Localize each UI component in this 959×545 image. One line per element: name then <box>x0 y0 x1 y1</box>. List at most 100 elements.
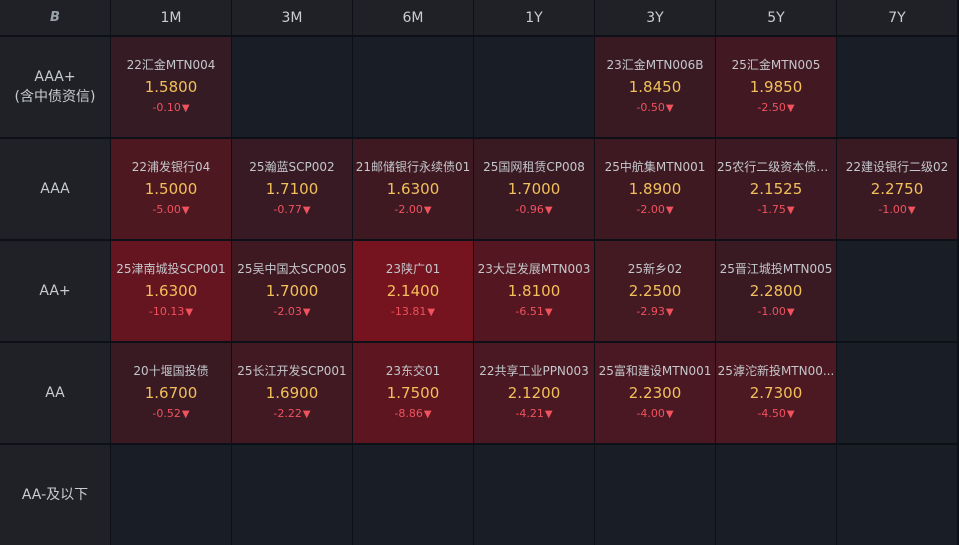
yield-change: -4.00▼ <box>636 406 673 423</box>
empty-cell <box>232 37 352 137</box>
change-value: -0.10 <box>152 101 181 114</box>
bond-cell[interactable]: 21邮储银行永续债01 1.6300 -2.00▼ <box>353 139 473 239</box>
bond-cell[interactable]: 25中航集MTN001 1.8900 -2.00▼ <box>595 139 715 239</box>
bond-cell[interactable]: 25滹沱新投MTN00... 2.7300 -4.50▼ <box>716 343 836 443</box>
change-value: -5.00 <box>152 203 181 216</box>
bond-name: 25滹沱新投MTN00... <box>717 364 835 378</box>
yield-change: -1.75▼ <box>757 202 794 219</box>
change-value: -8.86 <box>394 407 423 420</box>
empty-cell <box>837 241 957 341</box>
down-arrow-icon: ▼ <box>665 103 674 114</box>
bond-cell[interactable]: 23大足发展MTN003 1.8100 -6.51▼ <box>474 241 594 341</box>
down-arrow-icon: ▼ <box>302 409 311 420</box>
bond-cell[interactable]: 22建设银行二级02 2.2750 -1.00▼ <box>837 139 957 239</box>
yield-change: -5.00▼ <box>152 202 189 219</box>
bond-cell[interactable]: 23汇金MTN006B 1.8450 -0.50▼ <box>595 37 715 137</box>
down-arrow-icon: ▼ <box>423 205 432 216</box>
row-label: AA <box>0 343 110 443</box>
bond-cell[interactable]: 25长江开发SCP001 1.6900 -2.22▼ <box>232 343 352 443</box>
column-header-1m[interactable]: 1M <box>111 0 231 35</box>
yield-change: -2.00▼ <box>394 202 431 219</box>
bond-name: 23汇金MTN006B <box>606 58 704 72</box>
down-arrow-icon: ▼ <box>544 409 553 420</box>
column-header-3m[interactable]: 3M <box>232 0 352 35</box>
bond-yield: 2.7300 <box>749 384 803 402</box>
bond-cell[interactable]: 25国网租赁CP008 1.7000 -0.96▼ <box>474 139 594 239</box>
bond-yield: 2.1525 <box>749 180 803 198</box>
bond-name: 25国网租赁CP008 <box>483 160 585 174</box>
bond-yield: 1.6300 <box>144 282 198 300</box>
column-header-5y[interactable]: 5Y <box>716 0 836 35</box>
column-header-3y[interactable]: 3Y <box>595 0 715 35</box>
change-value: -1.00 <box>757 305 786 318</box>
bond-yield: 2.2300 <box>628 384 682 402</box>
down-arrow-icon: ▼ <box>786 103 795 114</box>
bond-yield: 1.7000 <box>507 180 561 198</box>
bond-cell[interactable]: 23陕广01 2.1400 -13.81▼ <box>353 241 473 341</box>
bond-cell[interactable]: 22共享工业PPN003 2.1200 -4.21▼ <box>474 343 594 443</box>
bond-name: 25吴中国太SCP005 <box>237 262 347 276</box>
rating-label: AA+ <box>39 283 71 299</box>
change-value: -4.50 <box>757 407 786 420</box>
bond-name: 22汇金MTN004 <box>126 58 216 72</box>
column-header-7y[interactable]: 7Y <box>837 0 957 35</box>
empty-cell <box>353 445 473 545</box>
change-value: -0.77 <box>273 203 302 216</box>
empty-cell <box>595 445 715 545</box>
bond-cell[interactable]: 22浦发银行04 1.5000 -5.00▼ <box>111 139 231 239</box>
empty-cell <box>716 445 836 545</box>
bond-yield: 1.8450 <box>628 78 682 96</box>
bond-cell[interactable]: 22汇金MTN004 1.5800 -0.10▼ <box>111 37 231 137</box>
bond-cell[interactable]: 25新乡02 2.2500 -2.93▼ <box>595 241 715 341</box>
yield-change: -10.13▼ <box>149 304 193 321</box>
bond-yield: 1.6700 <box>144 384 198 402</box>
yield-change: -1.00▼ <box>757 304 794 321</box>
bond-name: 22浦发银行04 <box>131 160 211 174</box>
bond-cell[interactable]: 25津南城投SCP001 1.6300 -10.13▼ <box>111 241 231 341</box>
bond-yield: 2.2500 <box>628 282 682 300</box>
yield-change: -0.10▼ <box>152 100 189 117</box>
bond-yield: 2.1400 <box>386 282 440 300</box>
bond-cell[interactable]: 25农行二级资本债0... 2.1525 -1.75▼ <box>716 139 836 239</box>
bond-name: 25晋江城投MTN005 <box>719 262 833 276</box>
row-label: AAA+ (含中债资信) <box>0 37 110 137</box>
empty-cell <box>837 37 957 137</box>
bond-yield: 1.6900 <box>265 384 319 402</box>
down-arrow-icon: ▼ <box>544 307 553 318</box>
bond-yield: 1.5800 <box>144 78 198 96</box>
bond-logo-icon: B <box>50 10 60 25</box>
bond-cell[interactable]: 25晋江城投MTN005 2.2800 -1.00▼ <box>716 241 836 341</box>
bond-cell[interactable]: 25汇金MTN005 1.9850 -2.50▼ <box>716 37 836 137</box>
bond-cell[interactable]: 25吴中国太SCP005 1.7000 -2.03▼ <box>232 241 352 341</box>
bond-name: 25瀚蓝SCP002 <box>249 160 335 174</box>
yield-change: -0.52▼ <box>152 406 189 423</box>
bond-yield: 1.6300 <box>386 180 440 198</box>
row-label: AA-及以下 <box>0 445 110 545</box>
column-header-1y[interactable]: 1Y <box>474 0 594 35</box>
empty-cell <box>474 445 594 545</box>
down-arrow-icon: ▼ <box>786 307 795 318</box>
yield-change: -1.00▼ <box>878 202 915 219</box>
bond-cell[interactable]: 25富和建设MTN001 2.2300 -4.00▼ <box>595 343 715 443</box>
bond-cell[interactable]: 25瀚蓝SCP002 1.7100 -0.77▼ <box>232 139 352 239</box>
bond-yield: 1.5000 <box>144 180 198 198</box>
bond-name: 23陕广01 <box>385 262 441 276</box>
change-value: -2.00 <box>636 203 665 216</box>
column-header-6m[interactable]: 6M <box>353 0 473 35</box>
row-label: AA+ <box>0 241 110 341</box>
yield-change: -0.77▼ <box>273 202 310 219</box>
rating-label: AA <box>45 385 65 401</box>
change-value: -2.93 <box>636 305 665 318</box>
change-value: -2.03 <box>273 305 302 318</box>
bond-name: 23东交01 <box>385 364 441 378</box>
bond-cell[interactable]: 23东交01 1.7500 -8.86▼ <box>353 343 473 443</box>
yield-change: -8.86▼ <box>394 406 431 423</box>
down-arrow-icon: ▼ <box>786 205 795 216</box>
rating-label: AAA <box>40 181 70 197</box>
bond-name: 25富和建设MTN001 <box>598 364 712 378</box>
down-arrow-icon: ▼ <box>665 307 674 318</box>
bond-name: 22共享工业PPN003 <box>479 364 589 378</box>
yield-change: -2.93▼ <box>636 304 673 321</box>
bond-cell[interactable]: 20十堰国投债 1.6700 -0.52▼ <box>111 343 231 443</box>
down-arrow-icon: ▼ <box>427 307 436 318</box>
